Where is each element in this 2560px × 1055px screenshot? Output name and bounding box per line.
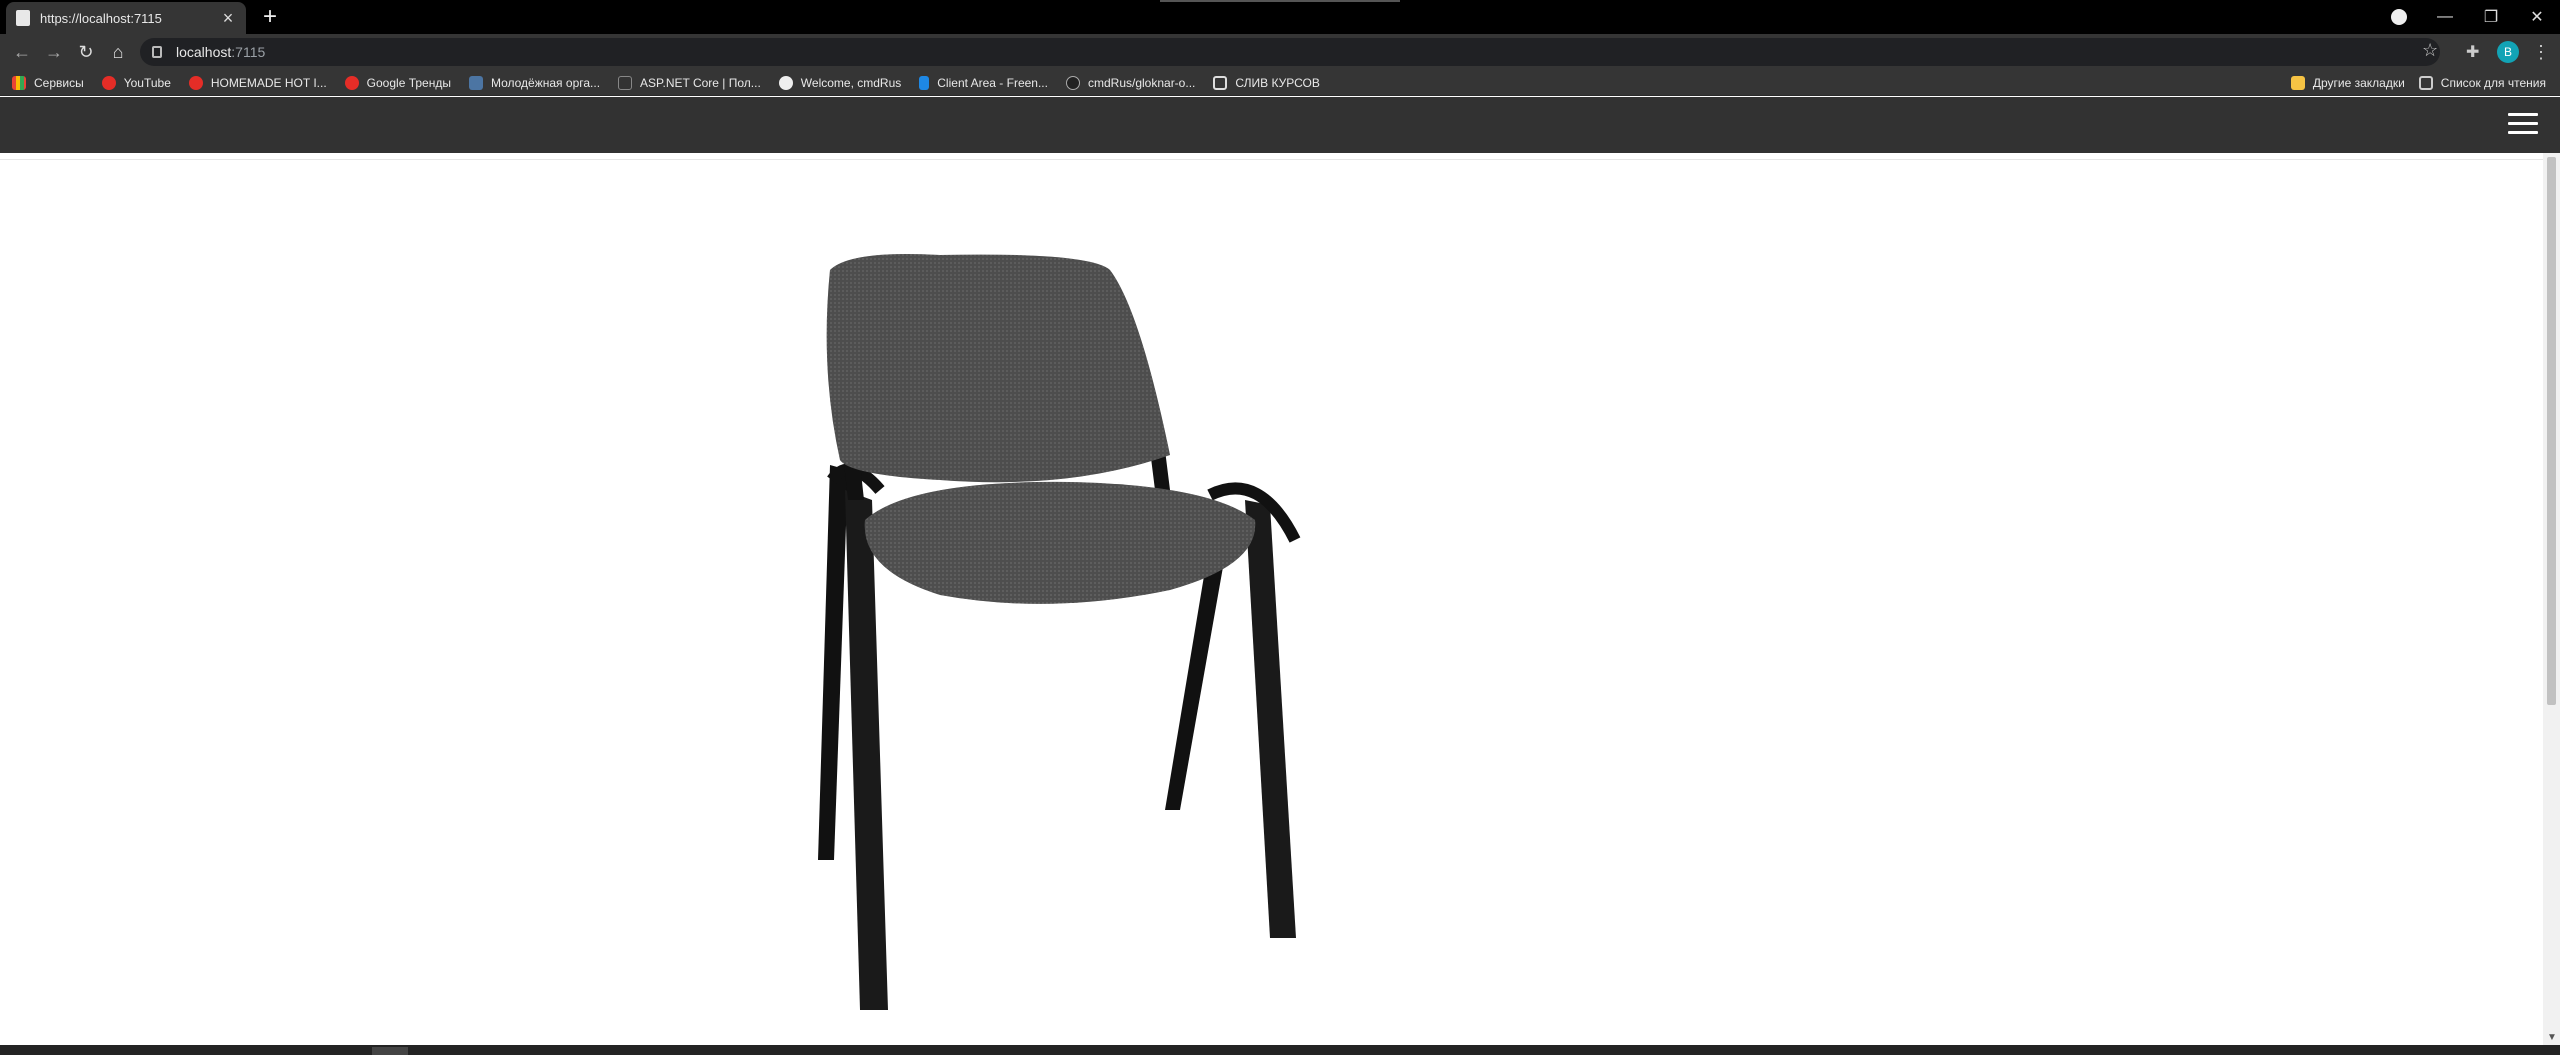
bookmark-github[interactable]: cmdRus/gloknar-o...	[1065, 75, 1196, 90]
bookmark-label: ASP.NET Core | Пол...	[640, 75, 761, 90]
reading-list[interactable]: Список для чтения	[2418, 76, 2546, 90]
close-window-button[interactable]: ✕	[2514, 0, 2560, 34]
bookmarks-right: Другие закладки Список для чтения	[2290, 70, 2560, 96]
browser-toolbar: ← → ↻ ⌂ localhost:7115 ☆ ✚ B ⋮	[0, 34, 2560, 70]
bookmark-courses[interactable]: СЛИВ КУРСОВ	[1213, 75, 1320, 90]
window-controls: — ❐ ✕	[2422, 0, 2560, 34]
youtube-icon	[188, 75, 203, 90]
apps-grid-icon	[12, 75, 26, 90]
bookmark-label: Google Тренды	[366, 75, 451, 90]
profile-avatar[interactable]: B	[2497, 41, 2519, 63]
extensions-puzzle-icon[interactable]: ✚	[2466, 42, 2486, 62]
bookmark-label: Welcome, cmdRus	[800, 75, 902, 90]
address-host: localhost	[176, 44, 232, 60]
tab-search-icon[interactable]	[2391, 9, 2407, 25]
bookmarks-bar: Сервисы YouTube HOMEMADE HOT I... Google…	[0, 70, 2560, 96]
bookmark-welcome[interactable]: Welcome, cmdRus	[778, 75, 902, 90]
bookmark-youtube[interactable]: YouTube	[101, 75, 171, 90]
tab-strip: https://localhost:7115 × + — ❐ ✕	[0, 0, 2560, 34]
bookmark-label: Client Area - Freen...	[937, 75, 1048, 90]
document-icon	[618, 75, 633, 90]
page-favicon-icon	[16, 10, 30, 26]
home-button[interactable]: ⌂	[106, 40, 130, 64]
tab-title: https://localhost:7115	[40, 10, 162, 26]
bookmark-label: Список для чтения	[2440, 76, 2546, 90]
bookmark-star-icon[interactable]: ☆	[2422, 40, 2438, 61]
reading-list-icon	[2418, 76, 2433, 90]
folder-icon	[2290, 76, 2305, 90]
scroll-down-arrow-icon[interactable]: ▼	[2547, 1032, 2557, 1043]
square-icon	[1213, 75, 1228, 90]
bookmark-services[interactable]: Сервисы	[12, 75, 84, 90]
bottom-strip	[0, 1045, 2560, 1055]
chair-image	[818, 254, 1301, 1010]
bookmark-label: Молодёжная орга...	[490, 75, 601, 90]
new-tab-button[interactable]: +	[258, 5, 282, 29]
bookmark-label: HOMEMADE HOT I...	[210, 75, 327, 90]
page-scrollbar[interactable]: ▼	[2543, 153, 2560, 1045]
horizontal-scroll-thumb[interactable]	[372, 1047, 408, 1055]
site-navbar	[0, 97, 2560, 153]
browser-tab[interactable]: https://localhost:7115 ×	[6, 2, 246, 34]
hamburger-menu-icon[interactable]	[2508, 113, 2538, 137]
vk-icon	[468, 75, 483, 90]
globe-icon	[778, 75, 793, 90]
minimize-button[interactable]: —	[2422, 0, 2468, 34]
bookmark-label: YouTube	[123, 75, 171, 90]
back-button[interactable]: ←	[10, 40, 34, 64]
youtube-icon	[101, 75, 116, 90]
lock-icon[interactable]	[152, 46, 162, 58]
scrollbar-thumb[interactable]	[2547, 157, 2556, 705]
other-bookmarks[interactable]: Другие закладки	[2290, 76, 2405, 90]
forward-button[interactable]: →	[42, 40, 66, 64]
reload-button[interactable]: ↻	[74, 40, 98, 64]
bookmark-vk[interactable]: Молодёжная орга...	[468, 75, 601, 90]
bookmark-label: СЛИВ КУРСОВ	[1235, 75, 1320, 90]
bookmark-homemade[interactable]: HOMEMADE HOT I...	[188, 75, 327, 90]
restore-button[interactable]: ❐	[2468, 0, 2514, 34]
bookmark-label: Другие закладки	[2312, 76, 2405, 90]
address-url[interactable]: localhost:7115	[176, 44, 265, 60]
address-port: :7115	[231, 44, 266, 60]
youtube-icon	[344, 75, 359, 90]
bookmark-google-trends[interactable]: Google Тренды	[344, 75, 451, 90]
bookmark-freenom[interactable]: Client Area - Freen...	[919, 75, 1048, 90]
window-drag-handle[interactable]	[1160, 0, 1400, 2]
tab-close-button[interactable]: ×	[220, 9, 236, 27]
bookmark-aspnet[interactable]: ASP.NET Core | Пол...	[618, 75, 761, 90]
address-bar[interactable]: localhost:7115	[140, 38, 2440, 66]
bookmark-label: cmdRus/gloknar-o...	[1087, 75, 1196, 90]
freenom-icon	[919, 75, 930, 90]
browser-menu-icon[interactable]: ⋮	[2532, 41, 2550, 63]
github-icon	[1065, 75, 1080, 90]
bookmark-label: Сервисы	[34, 75, 84, 90]
